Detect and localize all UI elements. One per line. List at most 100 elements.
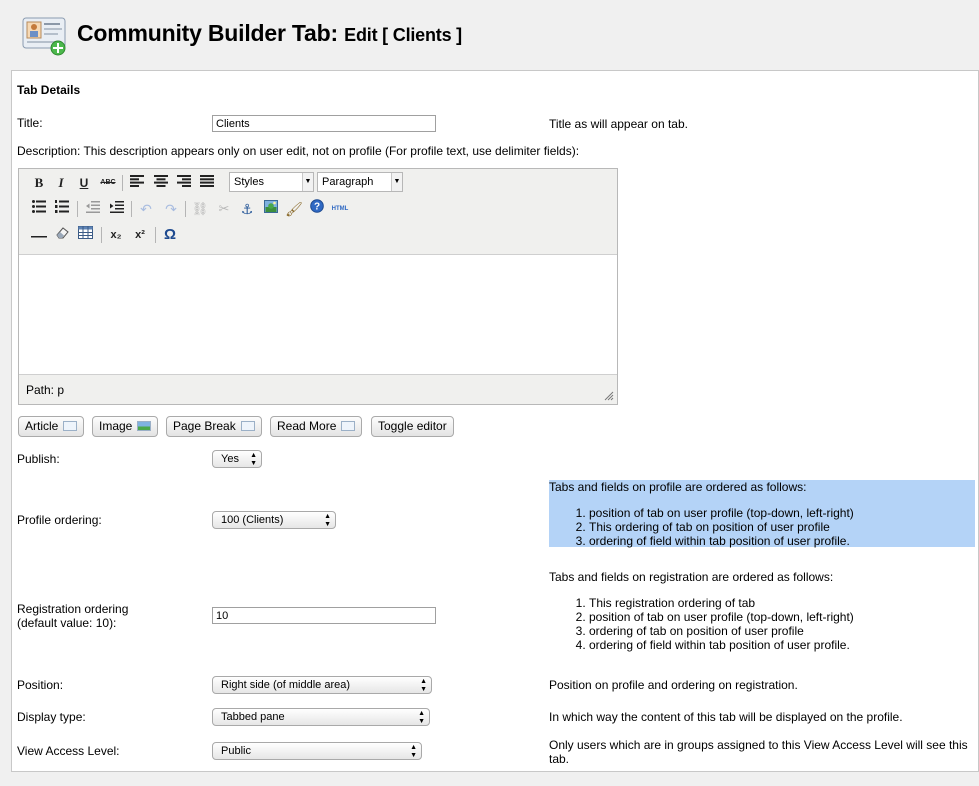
tab-details-panel: Tab Details Title: Title as will appear … [11,70,979,772]
toolbar-separator [131,201,132,217]
link-icon[interactable]: ⛓ [190,199,210,219]
select-arrows-icon: ▲ ▼ [410,744,417,759]
styles-select[interactable]: Styles ▼ [229,172,314,192]
resize-handle-icon[interactable] [604,391,614,401]
description-editor: B I U ABC Styles ▼ Paragraph ▼ ↶ ↷ ⛓ ✂ ⚓… [18,168,618,405]
display-type-help: In which way the content of this tab wil… [549,710,903,724]
image-icon [137,421,152,431]
title-label: Title: [17,116,43,130]
underline-icon[interactable]: U [74,173,94,193]
list-item: ordering of tab on position of user prof… [589,624,975,638]
publish-label: Publish: [17,452,60,466]
display-type-select-value: Tabbed pane [221,711,285,723]
page-title-sub: Edit [ Clients ] [344,25,462,45]
display-type-label: Display type: [17,710,86,724]
registration-ordering-label: Registration ordering (default value: 10… [17,602,128,630]
page-title: Community Builder Tab: Edit [ Clients ] [77,20,462,47]
align-center-icon[interactable] [151,173,171,193]
position-select[interactable]: Right side (of middle area) ▲ ▼ [212,676,432,694]
align-justify-icon[interactable] [197,173,217,193]
toolbar-separator [185,201,186,217]
position-select-value: Right side (of middle area) [221,679,351,691]
editor-path: Path: p [26,383,65,397]
indent-icon[interactable] [107,199,127,219]
registration-ordering-input[interactable] [212,607,436,624]
position-label: Position: [17,678,64,692]
display-type-select[interactable]: Tabbed pane ▲ ▼ [212,708,430,726]
view-access-help: Only users which are in groups assigned … [549,738,968,766]
redo-icon[interactable]: ↷ [161,199,181,219]
profile-ordering-select[interactable]: 100 (Clients) ▲ ▼ [212,511,336,529]
chevron-down-icon: ▼ [302,173,313,191]
italic-icon[interactable]: I [51,173,71,193]
anchor-icon[interactable]: ⚓ [237,199,257,219]
image-button-label: Image [99,419,133,433]
page-break-button-label: Page Break [173,419,236,433]
chevron-down-icon: ▼ [391,173,402,191]
title-input[interactable] [212,115,436,132]
editor-content-area[interactable] [19,254,617,375]
superscript-icon[interactable]: x² [130,225,150,245]
page-title-main: Community Builder Tab: [77,20,338,46]
toolbar-separator [77,201,78,217]
position-help: Position on profile and ordering on regi… [549,678,798,692]
unlink-icon[interactable]: ✂ [214,199,234,219]
registration-ordering-help: Tabs and fields on registration are orde… [549,570,975,652]
view-access-select[interactable]: Public ▲ ▼ [212,742,422,760]
image-icon[interactable] [261,199,281,219]
toolbar-separator [101,227,102,243]
publish-select[interactable]: Yes ▲ ▼ [212,450,262,468]
registration-ordering-help-list: This registration ordering of tab positi… [549,596,975,652]
profile-ordering-help-title: Tabs and fields on profile are ordered a… [549,480,807,494]
remove-format-icon[interactable] [52,225,72,245]
page-header: Community Builder Tab: Edit [ Clients ] [0,0,979,68]
align-right-icon[interactable] [174,173,194,193]
description-label: Description: This description appears on… [17,144,580,158]
format-select-value: Paragraph [322,176,374,188]
article-icon [63,421,78,431]
select-arrows-icon: ▲ ▼ [420,678,427,693]
list-item: position of tab on user profile (top-dow… [589,610,975,624]
html-icon[interactable]: HTML [329,199,351,219]
svg-text:?: ? [314,202,320,213]
cleanup-icon[interactable]: 🖌 [284,199,304,219]
registration-ordering-label-line1: Registration ordering [17,602,129,616]
toolbar-separator [122,175,123,191]
section-title: Tab Details [17,83,81,97]
strikethrough-icon[interactable]: ABC [98,173,118,193]
table-icon[interactable] [75,225,95,245]
toolbar-separator [155,227,156,243]
toggle-editor-button[interactable]: Toggle editor [371,416,454,437]
publish-select-value: Yes [221,453,239,465]
list-item: This ordering of tab on position of user… [589,520,975,534]
list-item: position of tab on user profile (top-dow… [589,506,975,520]
view-access-select-value: Public [221,745,251,757]
title-help: Title as will appear on tab. [549,117,688,131]
read-more-button-label: Read More [277,419,337,433]
styles-select-value: Styles [234,176,264,188]
bold-icon[interactable]: B [29,173,49,193]
numbered-list-icon[interactable] [52,199,72,219]
image-button[interactable]: Image [92,416,159,437]
toggle-editor-button-label: Toggle editor [378,419,447,433]
horizontal-rule-icon[interactable] [29,225,49,245]
undo-icon[interactable]: ↶ [136,199,156,219]
special-char-icon[interactable]: Ω [160,225,180,245]
read-more-button[interactable]: Read More [270,416,363,437]
list-item: This registration ordering of tab [589,596,975,610]
help-icon[interactable]: ? [307,199,327,219]
outdent-icon[interactable] [83,199,103,219]
registration-ordering-label-line2: (default value: 10): [17,616,117,630]
article-button-label: Article [25,419,59,433]
select-arrows-icon: ▲ ▼ [418,710,425,725]
article-button[interactable]: Article [18,416,85,437]
bullet-list-icon[interactable] [29,199,49,219]
align-left-icon[interactable] [127,173,147,193]
list-item: ordering of field within tab position of… [589,638,975,652]
subscript-icon[interactable]: x₂ [106,225,126,245]
format-select[interactable]: Paragraph ▼ [317,172,403,192]
page-break-button[interactable]: Page Break [166,416,262,437]
select-arrows-icon: ▲ ▼ [250,452,257,467]
community-builder-logo-icon [22,17,66,56]
profile-ordering-label: Profile ordering: [17,513,102,527]
